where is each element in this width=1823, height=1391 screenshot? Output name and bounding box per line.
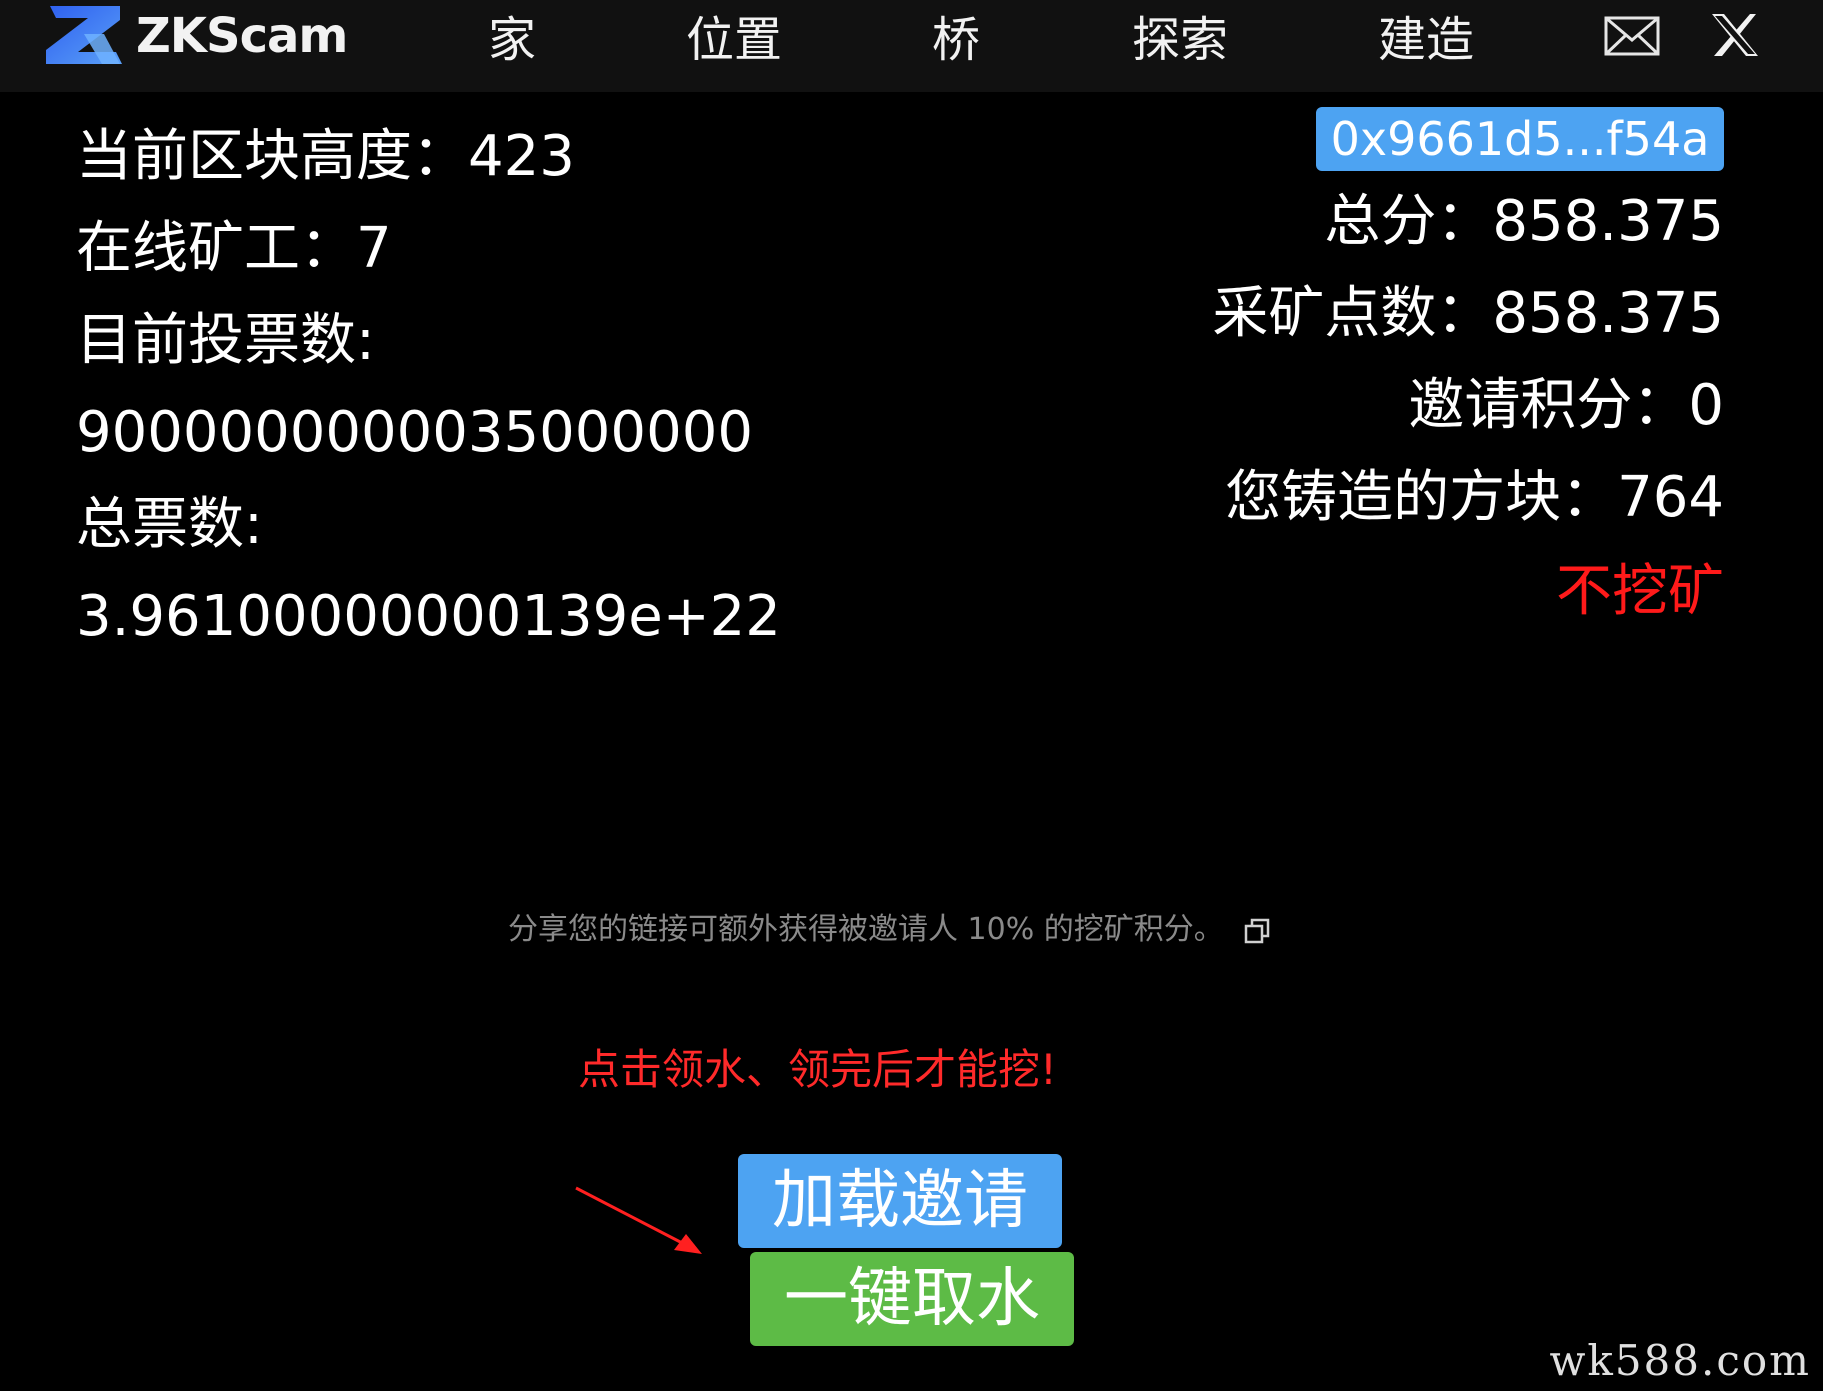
load-invite-button[interactable]: 加载邀请: [738, 1154, 1062, 1248]
total-score-stat: 总分：858.375: [1324, 189, 1724, 254]
share-link-text: 分享您的链接可额外获得被邀请人 10% 的挖矿积分。: [508, 912, 1224, 947]
blocks-minted-stat: 您铸造的方块：764: [1225, 465, 1724, 530]
mining-status-label: 不挖矿: [1556, 559, 1724, 624]
online-miners-stat: 在线矿工：7: [76, 216, 392, 281]
zkscam-logo-icon[interactable]: [44, 4, 122, 66]
total-votes-label: 总票数:: [76, 492, 263, 557]
one-click-faucet-button[interactable]: 一键取水: [750, 1252, 1074, 1346]
x-icon[interactable]: [1710, 12, 1760, 58]
copy-icon[interactable]: [1243, 917, 1271, 945]
brand-name[interactable]: ZKScam: [136, 6, 348, 66]
watermark: wk588.com: [1549, 1336, 1811, 1385]
invite-points-stat: 邀请积分：0: [1408, 373, 1724, 438]
share-link-line: 分享您的链接可额外获得被邀请人 10% 的挖矿积分。: [508, 908, 1271, 952]
current-votes-label: 目前投票数:: [76, 308, 375, 373]
nav-item-location[interactable]: 位置: [686, 8, 782, 72]
faucet-warning-text: 点击领水、领完后才能挖!: [578, 1045, 1057, 1094]
block-height-stat: 当前区块高度：423: [76, 124, 575, 189]
nav-item-build[interactable]: 建造: [1378, 8, 1474, 72]
nav-item-explore[interactable]: 探索: [1132, 8, 1228, 72]
wallet-address-button[interactable]: 0x9661d5...f54a: [1316, 107, 1724, 171]
mail-icon[interactable]: [1604, 14, 1660, 58]
current-votes-value: 9000000000035000000: [76, 400, 753, 465]
total-votes-value: 3.96100000000139e+22: [76, 584, 781, 649]
pointer-arrow-icon: [575, 1186, 702, 1254]
top-navigation-bar: ZKScam 家 位置 桥 探索 建造: [0, 0, 1823, 92]
mining-points-stat: 采矿点数：858.375: [1212, 281, 1724, 346]
nav-item-home[interactable]: 家: [488, 8, 536, 72]
nav-item-bridge[interactable]: 桥: [932, 8, 980, 72]
